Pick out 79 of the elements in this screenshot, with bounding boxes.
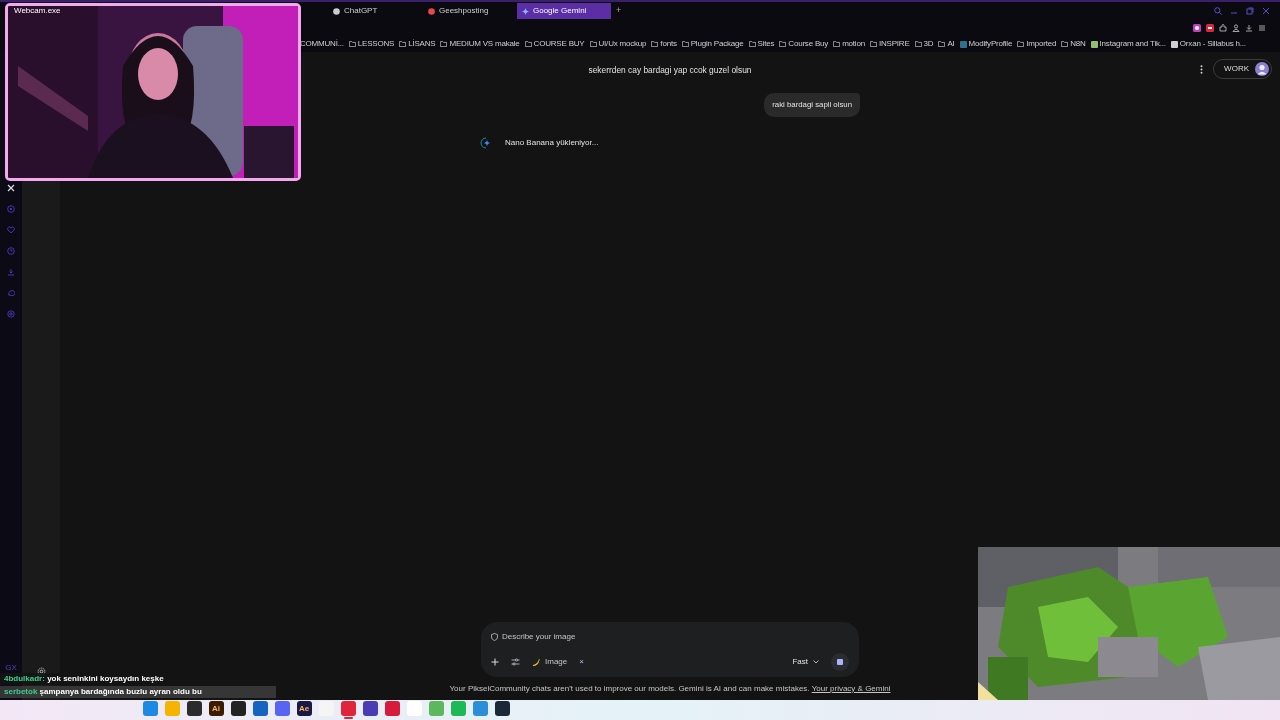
bookmark[interactable]: COURSE BUY xyxy=(524,38,585,50)
sparkle-icon xyxy=(522,7,529,15)
download-icon[interactable] xyxy=(7,268,15,276)
bookmark[interactable]: AI xyxy=(938,38,955,50)
folder-icon xyxy=(440,41,448,47)
bookmark[interactable]: 3D xyxy=(914,38,934,50)
folder-icon xyxy=(589,41,597,47)
folder-icon xyxy=(938,41,946,47)
browser-tab[interactable]: Geeshposting xyxy=(423,3,517,19)
new-tab-button[interactable]: + xyxy=(612,4,626,18)
bookmark[interactable]: fonts xyxy=(651,38,677,50)
chat-text: yok seninkini koysaydın keşke xyxy=(46,674,164,683)
folder-icon xyxy=(748,41,756,47)
chat-text: şampanya bardağında buzlu ayran oldu bu xyxy=(38,687,202,696)
loading-spinner-icon xyxy=(480,136,492,149)
bookmark[interactable]: N8N xyxy=(1061,38,1086,50)
chevron-down-icon xyxy=(813,660,819,664)
bookmark[interactable]: INSPIRE xyxy=(869,38,910,50)
extension-icon[interactable] xyxy=(1206,24,1214,32)
bookmark[interactable]: Course Buy xyxy=(779,38,829,50)
shield-icon xyxy=(491,633,498,641)
bookmark[interactable]: Imported xyxy=(1017,38,1057,50)
avatar-icon xyxy=(1255,62,1269,76)
search-icon[interactable] xyxy=(1214,7,1222,15)
logo-icon xyxy=(428,7,435,15)
folder-icon xyxy=(651,41,659,47)
more-icon[interactable] xyxy=(1200,64,1204,74)
profile-icon[interactable] xyxy=(1232,24,1240,32)
folder-icon xyxy=(1017,41,1025,47)
bookmark[interactable]: motion xyxy=(833,38,865,50)
folder-icon xyxy=(399,41,407,47)
folder-icon xyxy=(681,41,689,47)
folder-icon xyxy=(833,41,841,47)
mode-dropdown[interactable]: Fast xyxy=(792,656,819,668)
target-icon[interactable] xyxy=(7,205,15,213)
folder-icon xyxy=(524,41,532,47)
browser-tab[interactable]: Google Gemini xyxy=(517,3,611,19)
bookmark[interactable]: Sites xyxy=(748,38,775,50)
heart-icon[interactable] xyxy=(7,226,15,234)
stop-button[interactable] xyxy=(831,653,849,671)
bookmark[interactable]: Instagram and Tik... xyxy=(1090,38,1166,50)
brand-text: GX xyxy=(5,662,17,674)
status-text: Nano Banana yükleniyor... xyxy=(505,136,599,149)
taskbar-app-button[interactable] xyxy=(362,701,378,719)
banana-icon xyxy=(532,657,541,667)
extension-icon[interactable] xyxy=(1193,24,1201,32)
image-chip[interactable]: Image xyxy=(532,656,568,668)
chat-icon[interactable] xyxy=(7,289,15,297)
folder-icon xyxy=(348,41,356,47)
folder-icon xyxy=(1061,41,1069,47)
privacy-link[interactable]: Your privacy & Gemini xyxy=(811,684,891,693)
logo-icon xyxy=(333,7,340,15)
tools-icon[interactable] xyxy=(511,658,520,666)
folder-icon xyxy=(869,41,877,47)
restore-icon[interactable] xyxy=(1246,7,1254,15)
bookmark[interactable]: Orxan - Sillabus h... xyxy=(1170,38,1246,50)
browser-tab[interactable]: ChatGPT xyxy=(328,3,422,19)
taskbar-app-button[interactable]: Ae xyxy=(296,701,312,719)
window-title: Webcam.exe xyxy=(14,6,61,17)
bookmark[interactable]: LİSANS xyxy=(399,38,436,50)
plus-icon[interactable] xyxy=(491,658,499,666)
taskbar-app-button[interactable] xyxy=(186,701,202,719)
taskbar-app-button[interactable]: Ai xyxy=(208,701,224,719)
taskbar-app-button[interactable] xyxy=(494,701,510,719)
chat-username: serbetok xyxy=(4,687,38,696)
taskbar-app-button[interactable] xyxy=(230,701,246,719)
menu-icon[interactable] xyxy=(1258,24,1266,32)
folder-icon xyxy=(914,41,922,47)
bookmark[interactable]: LESSONS xyxy=(348,38,395,50)
bookmark[interactable]: COMMUNİ... xyxy=(300,38,344,50)
chat-title: sekerrden cay bardagi yap ccok guzel olsun xyxy=(588,63,752,77)
bookmark[interactable]: MEDIUM VS makale xyxy=(440,38,520,50)
bookmark[interactable]: UI/Ux mockup xyxy=(589,38,647,50)
bookmark[interactable]: Plugin Package xyxy=(681,38,744,50)
bookmark[interactable]: ModifyProfile xyxy=(959,38,1013,50)
folder-icon xyxy=(779,41,787,47)
chat-username: 4bdulkadr: xyxy=(4,674,45,683)
remove-chip-button[interactable]: × xyxy=(579,656,584,668)
prompt-field[interactable]: Describe your image xyxy=(502,631,702,643)
